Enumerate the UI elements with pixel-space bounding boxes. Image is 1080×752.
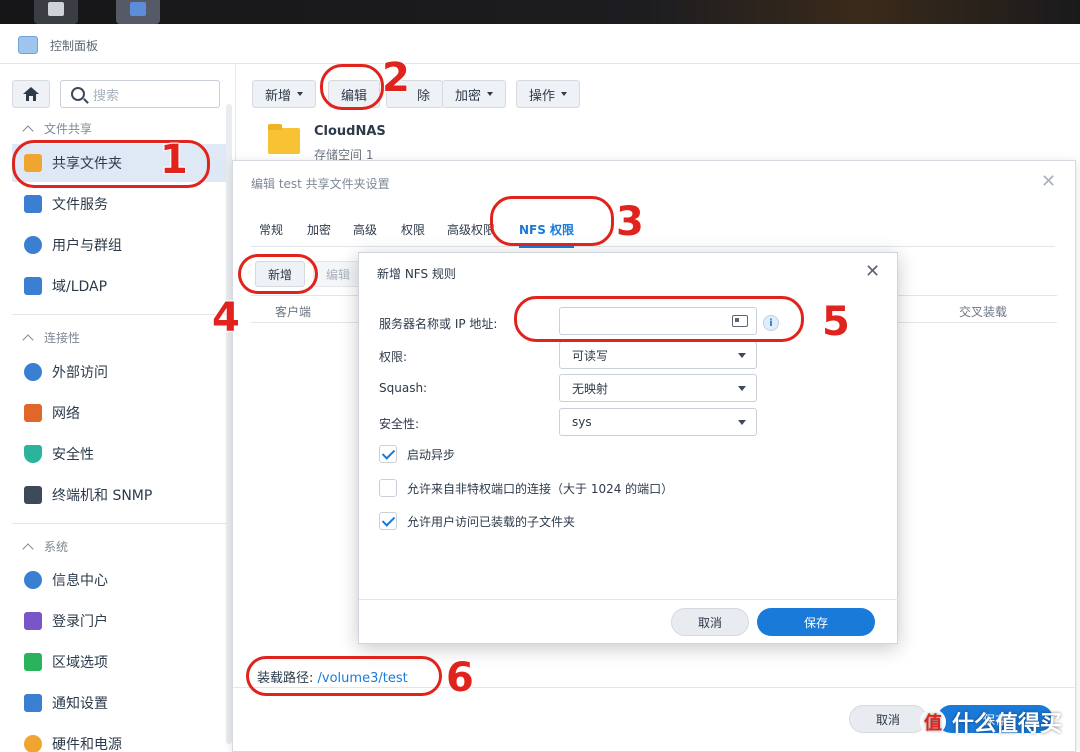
dropdown-arrow-icon (738, 420, 746, 425)
dropdown-arrow-icon (738, 353, 746, 358)
tab-encryption[interactable]: 加密 (307, 221, 331, 238)
privilege-label: 权限: (379, 350, 408, 364)
non-privileged-port-checkbox-row[interactable]: 允许来自非特权端口的连接（大于 1024 的端口） (379, 479, 673, 497)
home-icon (23, 87, 39, 101)
divider (12, 314, 226, 315)
network-icon (24, 404, 42, 422)
security-label: 安全性: (379, 417, 420, 431)
close-icon[interactable]: ✕ (865, 263, 880, 281)
settings-tabs: 常规 加密 高级 权限 高级权限 NFS 权限 (251, 217, 1055, 248)
chevron-up-icon (22, 542, 34, 555)
non-privileged-port-checkbox[interactable] (379, 479, 397, 497)
caret-down-icon (561, 92, 568, 96)
section-file-sharing[interactable]: 文件共享 (22, 120, 92, 137)
annotation-number-1: 1 (159, 137, 189, 183)
window-title: 控制面板 (50, 39, 99, 53)
section-system[interactable]: 系统 (22, 538, 68, 555)
tab-general[interactable]: 常规 (259, 221, 283, 238)
sidebar-item-notification[interactable]: 通知设置 (12, 684, 226, 722)
dialog-title: 编辑 test 共享文件夹设置 (251, 177, 390, 191)
subfolder-access-checkbox-row[interactable]: 允许用户访问已装载的子文件夹 (379, 512, 575, 530)
annotation-ring-5 (514, 296, 804, 342)
security-select[interactable]: sys (559, 408, 757, 436)
annotation-number-6: 6 (445, 655, 475, 701)
async-checkbox[interactable] (379, 445, 397, 463)
section-connectivity[interactable]: 连接性 (22, 329, 80, 346)
sidebar-item-info-center[interactable]: 信息中心 (12, 561, 226, 599)
sidebar-item-terminal-snmp[interactable]: 终端机和 SNMP (12, 476, 226, 514)
folder-icon (268, 124, 300, 154)
create-dropdown-button[interactable]: 新增 (252, 80, 317, 108)
users-icon (24, 236, 42, 254)
annotation-number-3: 3 (615, 199, 645, 245)
grid-icon (48, 2, 64, 16)
watermark: 值 什么值得买 (919, 706, 1062, 738)
nfs-cancel-button[interactable]: 取消 (671, 608, 749, 636)
taskbar (0, 0, 1080, 24)
chevron-up-icon (22, 124, 34, 137)
regional-options-icon (24, 653, 42, 671)
window-title-bar: 控制面板 (0, 24, 1080, 64)
chevron-up-icon (22, 333, 34, 346)
taskbar-main-menu-button[interactable] (34, 0, 78, 24)
nfs-save-button[interactable]: 保存 (757, 608, 875, 636)
taskbar-control-panel-button[interactable] (116, 0, 160, 24)
settings-cancel-button[interactable]: 取消 (849, 705, 927, 733)
sidebar-item-file-services[interactable]: 文件服务 (12, 185, 226, 223)
sidebar-item-hardware-power[interactable]: 硬件和电源 (12, 725, 226, 752)
external-access-icon (24, 363, 42, 381)
squash-select[interactable]: 无映射 (559, 374, 757, 402)
hardware-power-icon (24, 735, 42, 752)
search-input[interactable]: 搜索 (60, 80, 220, 108)
control-panel-logo-icon (18, 36, 38, 54)
security-shield-icon (24, 445, 42, 463)
notification-icon (24, 694, 42, 712)
annotation-ring-6 (246, 656, 442, 696)
edit-rule-button[interactable]: 编辑 (313, 261, 364, 287)
sidebar-item-login-portal[interactable]: 登录门户 (12, 602, 226, 640)
subfolder-access-checkbox[interactable] (379, 512, 397, 530)
nfs-dialog-title: 新增 NFS 规则 (377, 267, 456, 281)
login-portal-icon (24, 612, 42, 630)
annotation-number-4: 4 (211, 295, 241, 341)
divider (12, 523, 226, 524)
encrypt-dropdown-button[interactable]: 加密 (442, 80, 507, 108)
sidebar-item-users[interactable]: 用户与群组 (12, 226, 226, 264)
host-label: 服务器名称或 IP 地址: (379, 317, 498, 331)
caret-down-icon (297, 92, 304, 96)
tab-permissions[interactable]: 权限 (401, 221, 425, 238)
annotation-ring-4 (238, 254, 318, 294)
column-cross-mount[interactable]: 交叉装载 (959, 303, 1007, 320)
column-client[interactable]: 客户端 (275, 303, 311, 320)
file-services-icon (24, 195, 42, 213)
async-checkbox-row[interactable]: 启动异步 (379, 445, 455, 463)
nfs-dialog-footer-divider (359, 599, 899, 600)
control-panel-icon (130, 2, 146, 16)
annotation-number-5: 5 (821, 299, 851, 345)
watermark-logo-icon: 值 (919, 709, 946, 735)
domain-icon (24, 277, 42, 295)
sidebar-item-network[interactable]: 网络 (12, 394, 226, 432)
caret-down-icon (487, 92, 494, 96)
sidebar-item-regional-options[interactable]: 区域选项 (12, 643, 226, 681)
annotation-ring-3 (490, 196, 614, 246)
squash-label: Squash: (379, 381, 428, 395)
tab-advanced[interactable]: 高级 (353, 221, 377, 238)
tab-advanced-permissions[interactable]: 高级权限 (447, 221, 495, 238)
close-icon[interactable]: ✕ (1041, 173, 1056, 191)
shared-folder-name[interactable]: CloudNAS (314, 124, 386, 139)
search-placeholder: 搜索 (93, 88, 120, 104)
action-dropdown-button[interactable]: 操作 (516, 80, 581, 108)
sidebar-item-security[interactable]: 安全性 (12, 435, 226, 473)
annotation-number-2: 2 (381, 55, 411, 101)
home-button[interactable] (12, 80, 50, 108)
search-icon (71, 87, 85, 101)
info-center-icon (24, 571, 42, 589)
privilege-select[interactable]: 可读写 (559, 341, 757, 369)
terminal-icon (24, 486, 42, 504)
annotation-ring-2 (320, 64, 384, 110)
sidebar-item-domain[interactable]: 域/LDAP (12, 267, 226, 305)
dropdown-arrow-icon (738, 386, 746, 391)
sidebar-item-external-access[interactable]: 外部访问 (12, 353, 226, 391)
